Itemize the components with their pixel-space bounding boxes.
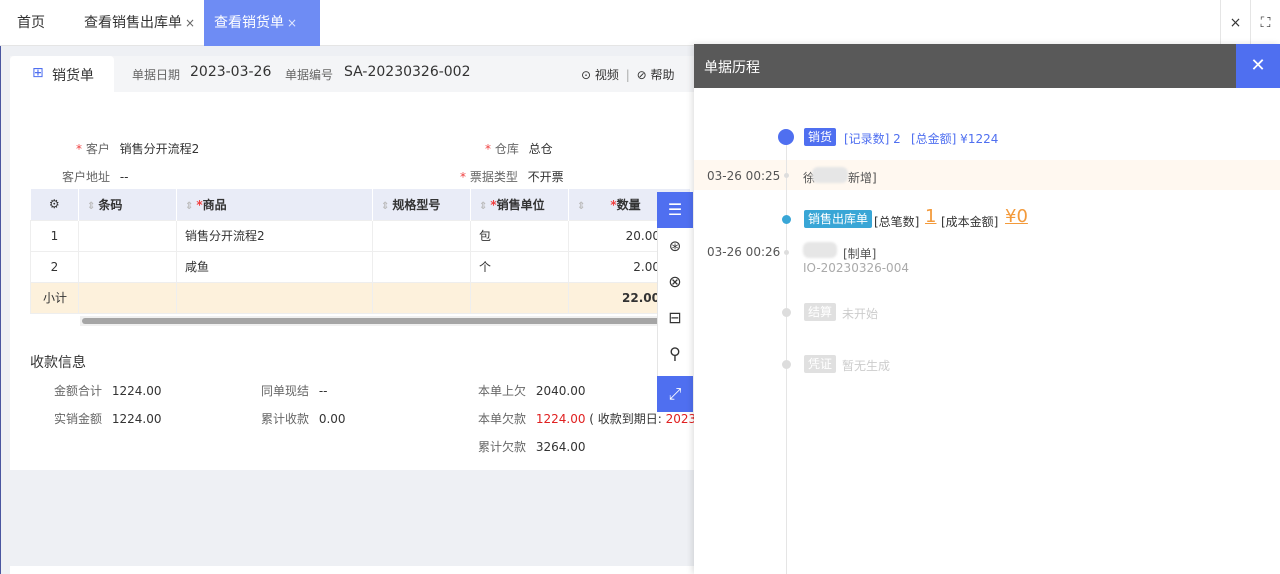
close-all-icon[interactable]: ×: [1220, 0, 1250, 46]
voucher-icon[interactable]: ⊟: [657, 300, 693, 336]
cum-owe: 累计欠款 3264.00: [478, 440, 586, 454]
address-field: 客户地址 --: [62, 170, 129, 184]
event-doc-number[interactable]: IO-20230326-004: [803, 261, 909, 275]
total-amount: 金额合计 1224.00: [54, 384, 162, 398]
voucher-status: 暂无生成: [842, 359, 891, 373]
outbound-cost[interactable]: ¥0: [1005, 206, 1028, 227]
doc-add-icon: ⊞: [32, 65, 44, 81]
tab-close-icon[interactable]: ×: [185, 16, 195, 30]
product-table: ⚙ ⇕ 条码 ⇕ *商品 ⇕ 规格型号 ⇕ *销售单位 ⇕ *数量 1 销售分开流程2 包…: [30, 189, 691, 314]
history-icon[interactable]: ⊛: [657, 228, 693, 264]
col-barcode[interactable]: ⇕ 条码: [78, 189, 177, 220]
drawer-header: [694, 44, 1236, 88]
redacted-user: [812, 167, 848, 183]
tab-home[interactable]: 首页: [17, 0, 45, 46]
sale-count: [记录数] 2: [844, 132, 901, 146]
left-edge: [0, 46, 1, 574]
help-icon: ⊘: [636, 68, 647, 82]
settle-badge: 结算: [804, 303, 837, 321]
col-unit[interactable]: ⇕ *销售单位: [470, 189, 569, 220]
cum-receipt: 累计收款 0.00: [261, 412, 346, 426]
table-row[interactable]: 2 咸鱼 个 2.00: [30, 250, 691, 283]
date-label: 单据日期: [132, 68, 181, 82]
col-spec[interactable]: ⇕ 规格型号: [372, 189, 471, 220]
customer-field: * 客户 销售分开流程2: [76, 142, 200, 156]
attachment-icon[interactable]: ⚲: [657, 336, 693, 372]
timeline-dot: [782, 215, 791, 224]
redacted-user: [803, 242, 837, 258]
doc-info-icon[interactable]: ☰: [657, 192, 693, 228]
number-value: SA-20230326-002: [344, 64, 471, 80]
number-label: 单据编号: [285, 68, 334, 82]
col-product[interactable]: ⇕ *商品: [176, 189, 373, 220]
tab-close-icon[interactable]: ×: [287, 16, 297, 30]
outbound-count-label: [总笔数]: [874, 215, 920, 229]
video-link[interactable]: ⊙ 视频 | ⊘ 帮助: [581, 66, 675, 83]
expand-icon[interactable]: ⤢: [657, 376, 693, 412]
receipt-title: 收款信息: [30, 355, 86, 371]
tab-view-outbound[interactable]: 查看销售出库单 ×: [84, 0, 195, 46]
tab-view-sales[interactable]: 查看销货单 ×: [204, 0, 320, 46]
fullscreen-icon[interactable]: ⛶: [1250, 0, 1280, 46]
table-scroll-thumb[interactable]: [82, 318, 690, 324]
event-action: [制单]: [843, 247, 877, 261]
table-header: ⚙ ⇕ 条码 ⇕ *商品 ⇕ 规格型号 ⇕ *销售单位 ⇕ *数量: [30, 189, 691, 220]
outbound-cost-label: [成本金额]: [941, 215, 999, 229]
current-owe: 本单欠款 1224.00 ( 收款到期日: 2023-0: [478, 412, 694, 426]
prev-owe: 本单上欠 2040.00: [478, 384, 586, 398]
outbound-count[interactable]: 1: [925, 206, 936, 227]
column-settings-icon[interactable]: ⚙: [30, 189, 79, 220]
sale-amount: [总金额] ¥1224: [911, 132, 999, 146]
sale-badge[interactable]: 销货: [804, 128, 837, 146]
table-row[interactable]: 1 销售分开流程2 包 20.00: [30, 219, 691, 252]
timeline-dot: [778, 129, 794, 145]
subtotal-row: 小计 22.00: [30, 281, 691, 314]
doc-tab[interactable]: ⊞ 销货单: [10, 56, 114, 92]
invoice-field: * 票据类型 不开票: [460, 170, 564, 184]
warehouse-field: * 仓库 总仓: [485, 142, 553, 156]
date-value: 2023-03-26: [190, 64, 272, 80]
play-icon: ⊙: [581, 68, 592, 82]
timeline-highlight-row: [694, 160, 1280, 190]
drawer-title: 单据历程: [704, 60, 760, 76]
outbound-badge[interactable]: 销售出库单: [804, 210, 873, 228]
bottom-bar: [10, 566, 700, 574]
voucher-badge: 凭证: [804, 355, 837, 373]
actual-amount: 实销金额 1224.00: [54, 412, 162, 426]
owe-icon[interactable]: ⊗: [657, 264, 693, 300]
timeline-dot: [784, 173, 789, 178]
settle-status: 未开始: [842, 307, 879, 321]
timeline-dot: [782, 308, 791, 317]
event-action: 新增]: [848, 171, 877, 185]
timeline-line: [786, 140, 787, 574]
event-time: 03-26 00:25: [707, 169, 781, 183]
drawer-close-icon[interactable]: ✕: [1236, 44, 1280, 88]
timeline-dot: [782, 360, 791, 369]
event-time: 03-26 00:26: [707, 245, 781, 259]
timeline-dot: [784, 250, 789, 255]
same-settle: 同单现结 --: [261, 384, 328, 398]
